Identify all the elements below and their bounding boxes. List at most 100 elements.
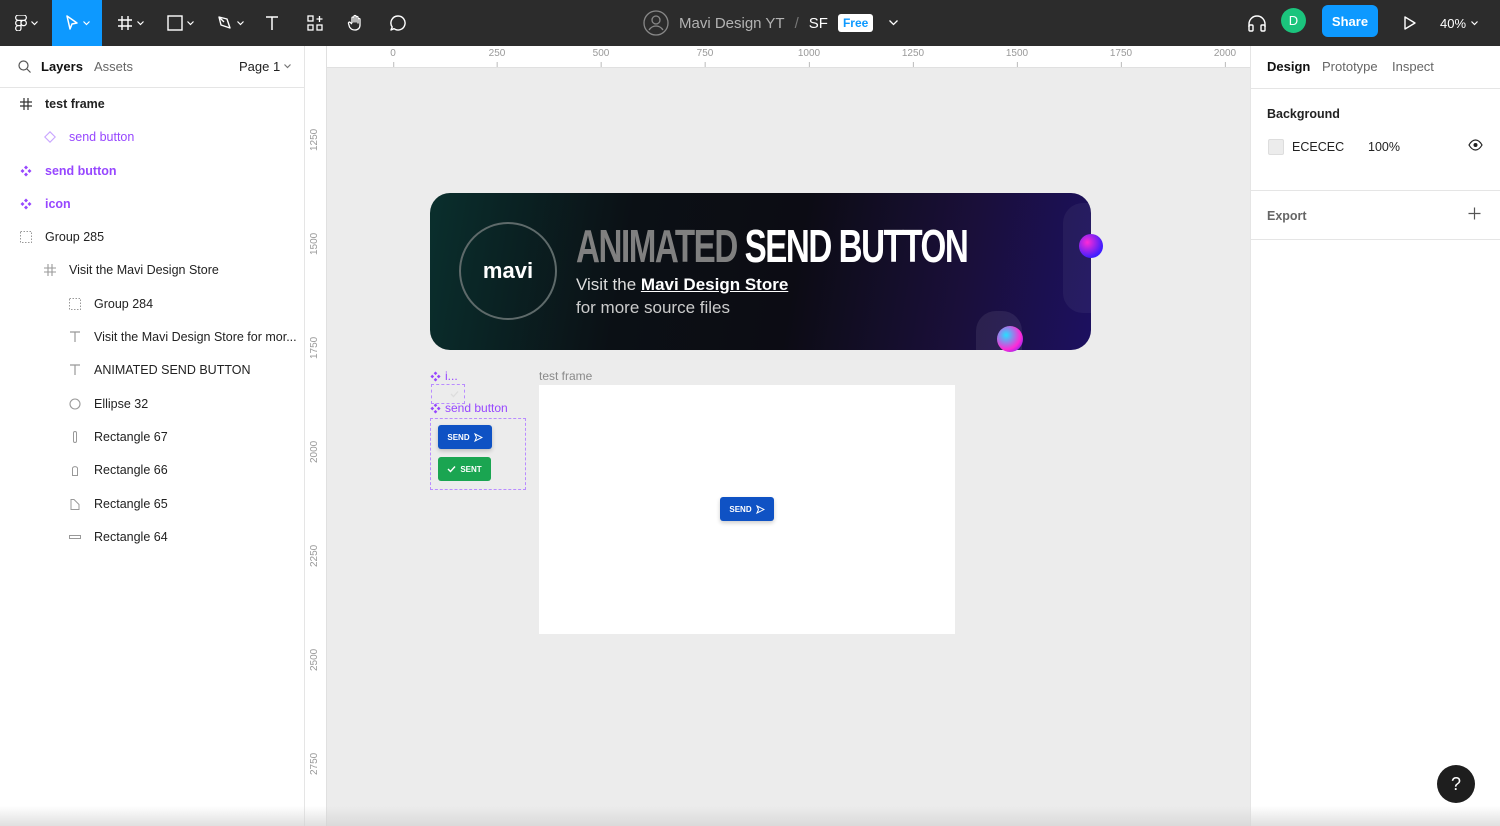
check-icon (447, 466, 456, 473)
layer-label: Ellipse 32 (94, 397, 149, 411)
text-icon (68, 363, 82, 377)
tab-design[interactable]: Design (1267, 59, 1310, 74)
layer-label: send button (69, 130, 135, 144)
resources-tool-button[interactable] (300, 0, 330, 46)
tab-inspect[interactable]: Inspect (1392, 59, 1434, 74)
hand-tool-button[interactable] (342, 0, 370, 46)
plan-badge: Free (837, 14, 874, 32)
present-button[interactable] (1398, 0, 1422, 46)
mavi-logo: mavi (459, 222, 557, 320)
file-title[interactable]: Mavi Design YT / SF Free (643, 0, 899, 46)
layer-item[interactable]: Rectangle 65 (0, 489, 304, 519)
layer-item[interactable]: send button (0, 156, 304, 186)
search-icon[interactable] (18, 60, 31, 73)
move-tool-button[interactable] (52, 0, 102, 46)
plus-icon[interactable] (1468, 207, 1481, 220)
component-icon (430, 402, 441, 414)
layer-item[interactable]: Rectangle 66 (0, 455, 304, 485)
layer-item[interactable]: test frame (0, 89, 304, 119)
layer-label: Group 284 (94, 297, 154, 311)
design-canvas[interactable]: 0 250 500 750 1000 1250 1500 1750 2000 1… (305, 46, 1250, 826)
rectangle-icon (68, 463, 82, 477)
layer-label: Group 285 (45, 230, 105, 244)
horizontal-ruler: 0 250 500 750 1000 1250 1500 1750 2000 (327, 46, 1250, 68)
chevron-down-icon (236, 20, 244, 25)
layer-label: Rectangle 67 (94, 430, 168, 444)
icon-component-label[interactable]: i... (430, 369, 458, 383)
gradient-orb (1079, 234, 1103, 258)
layer-item[interactable]: Rectangle 64 (0, 522, 304, 552)
send-button-instance[interactable]: SEND (720, 497, 774, 521)
banner-headline: ANIMATED SEND BUTTON (576, 219, 969, 273)
help-button[interactable]: ? (1437, 765, 1475, 803)
zoom-level: 40% (1440, 15, 1467, 31)
ruler-tick: 1500 (1005, 48, 1029, 67)
icon-component-name: i... (445, 369, 458, 383)
shape-tool-button[interactable] (160, 0, 200, 46)
layer-item[interactable]: Rectangle 67 (0, 422, 304, 452)
frame-tool-button[interactable] (110, 0, 150, 46)
layer-item[interactable]: ANIMATED SEND BUTTON (0, 355, 304, 385)
ruler-tick: 500 (592, 48, 610, 67)
play-icon (1404, 16, 1416, 30)
frame-icon (43, 263, 57, 277)
main-menu-button[interactable] (8, 0, 44, 46)
sent-button-variant[interactable]: SENT (438, 457, 491, 481)
store-link: Mavi Design Store (640, 275, 789, 294)
frame-icon (117, 16, 132, 30)
ruler-tick: 2250 (309, 544, 320, 567)
layer-item[interactable]: Visit the Mavi Design Store (0, 255, 304, 285)
share-button[interactable]: Share (1322, 5, 1378, 37)
pen-tool-button[interactable] (210, 0, 250, 46)
ruler-tick: 750 (696, 48, 714, 67)
background-title: Background (1267, 107, 1340, 121)
ruler-tick: 1250 (309, 128, 320, 151)
file-name[interactable]: SF (809, 15, 828, 32)
test-frame[interactable]: SEND (539, 385, 955, 634)
ruler-tick: 1000 (797, 48, 821, 67)
team-name[interactable]: Mavi Design YT (679, 15, 785, 32)
rectangle-icon (68, 497, 82, 511)
ruler-tick: 1500 (309, 232, 320, 255)
text-tool-button[interactable] (258, 0, 286, 46)
comment-icon (390, 15, 406, 31)
send-icon (755, 504, 765, 514)
layer-item[interactable]: Ellipse 32 (0, 389, 304, 419)
text-icon (68, 330, 82, 344)
layer-item[interactable]: send button (0, 122, 304, 152)
component-icon (19, 164, 33, 178)
background-opacity-input[interactable]: 100% (1368, 140, 1400, 154)
figma-logo-icon (14, 15, 27, 31)
chevron-down-icon (284, 64, 292, 69)
layer-label: Visit the Mavi Design Store (69, 263, 219, 277)
audio-button[interactable] (1244, 0, 1270, 46)
background-hex-input[interactable]: ECECEC (1292, 140, 1344, 154)
zoom-menu[interactable]: 40% (1440, 0, 1478, 46)
user-avatar[interactable]: D (1281, 8, 1306, 33)
send-icon (473, 432, 483, 442)
group-icon (68, 297, 82, 311)
layer-item[interactable]: icon (0, 189, 304, 219)
tab-assets[interactable]: Assets (94, 59, 133, 74)
page-name: Page 1 (239, 59, 281, 74)
figma-app: Mavi Design YT / SF Free D Share 40% Lay… (0, 0, 1500, 826)
pen-icon (217, 16, 231, 29)
background-color-swatch[interactable] (1268, 139, 1284, 155)
ruler-tick: 2500 (309, 648, 320, 671)
eye-icon[interactable] (1468, 139, 1483, 151)
page-selector[interactable]: Page 1 (239, 59, 292, 74)
bottom-shadow (0, 806, 1500, 826)
comment-tool-button[interactable] (384, 0, 412, 46)
rectangle-icon (68, 530, 82, 544)
tab-prototype[interactable]: Prototype (1322, 59, 1378, 74)
tab-layers[interactable]: Layers (41, 59, 83, 74)
layer-item[interactable]: Group 285 (0, 222, 304, 252)
frame-label[interactable]: test frame (539, 369, 592, 383)
chevron-down-icon[interactable] (889, 20, 899, 26)
layer-item[interactable]: Visit the Mavi Design Store for mor... (0, 322, 304, 352)
top-toolbar: Mavi Design YT / SF Free D Share 40% (0, 0, 1500, 46)
send-component-label[interactable]: send button (430, 401, 508, 415)
send-button-variant[interactable]: SEND (438, 425, 492, 449)
store-banner[interactable]: mavi ANIMATED SEND BUTTON Visit the Mavi… (430, 193, 1091, 350)
layer-item[interactable]: Group 284 (0, 289, 304, 319)
